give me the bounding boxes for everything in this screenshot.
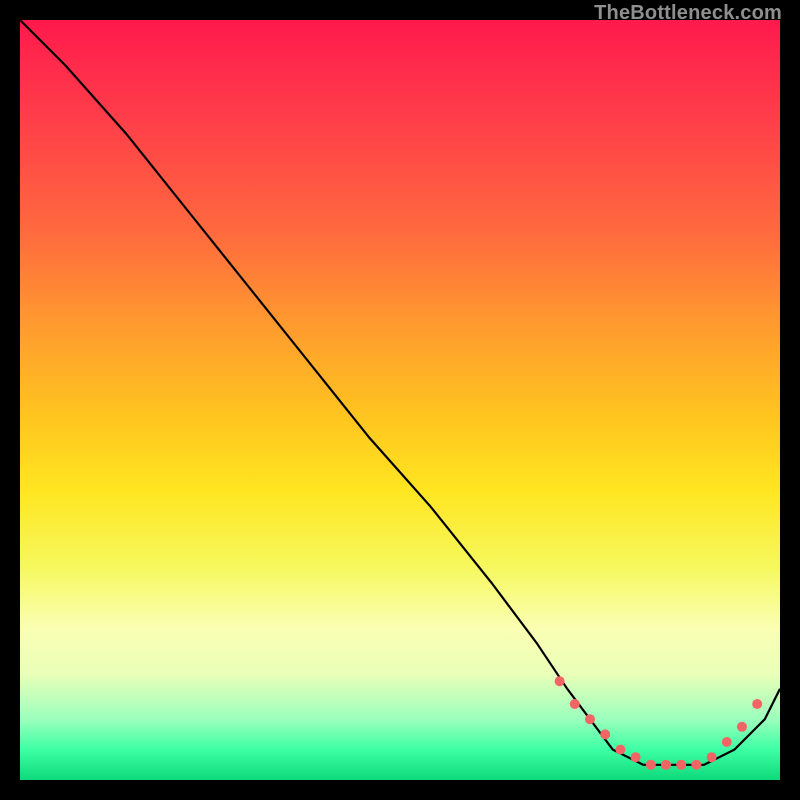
chart-overlay [20, 20, 780, 780]
marker-dot [585, 714, 595, 724]
marker-dot [722, 737, 732, 747]
marker-dot [676, 760, 686, 770]
marker-dot [555, 676, 565, 686]
marker-dot [570, 699, 580, 709]
marker-dot [646, 760, 656, 770]
marker-dot [661, 760, 671, 770]
marker-dot [691, 760, 701, 770]
marker-dot [631, 752, 641, 762]
marker-dot [737, 722, 747, 732]
marker-dot [600, 729, 610, 739]
marker-dot [707, 752, 717, 762]
curve-line [20, 20, 780, 765]
marker-dot [752, 699, 762, 709]
chart-stage: TheBottleneck.com [0, 0, 800, 800]
marker-dot [615, 745, 625, 755]
marker-group [555, 676, 763, 770]
plot-area [20, 20, 780, 780]
